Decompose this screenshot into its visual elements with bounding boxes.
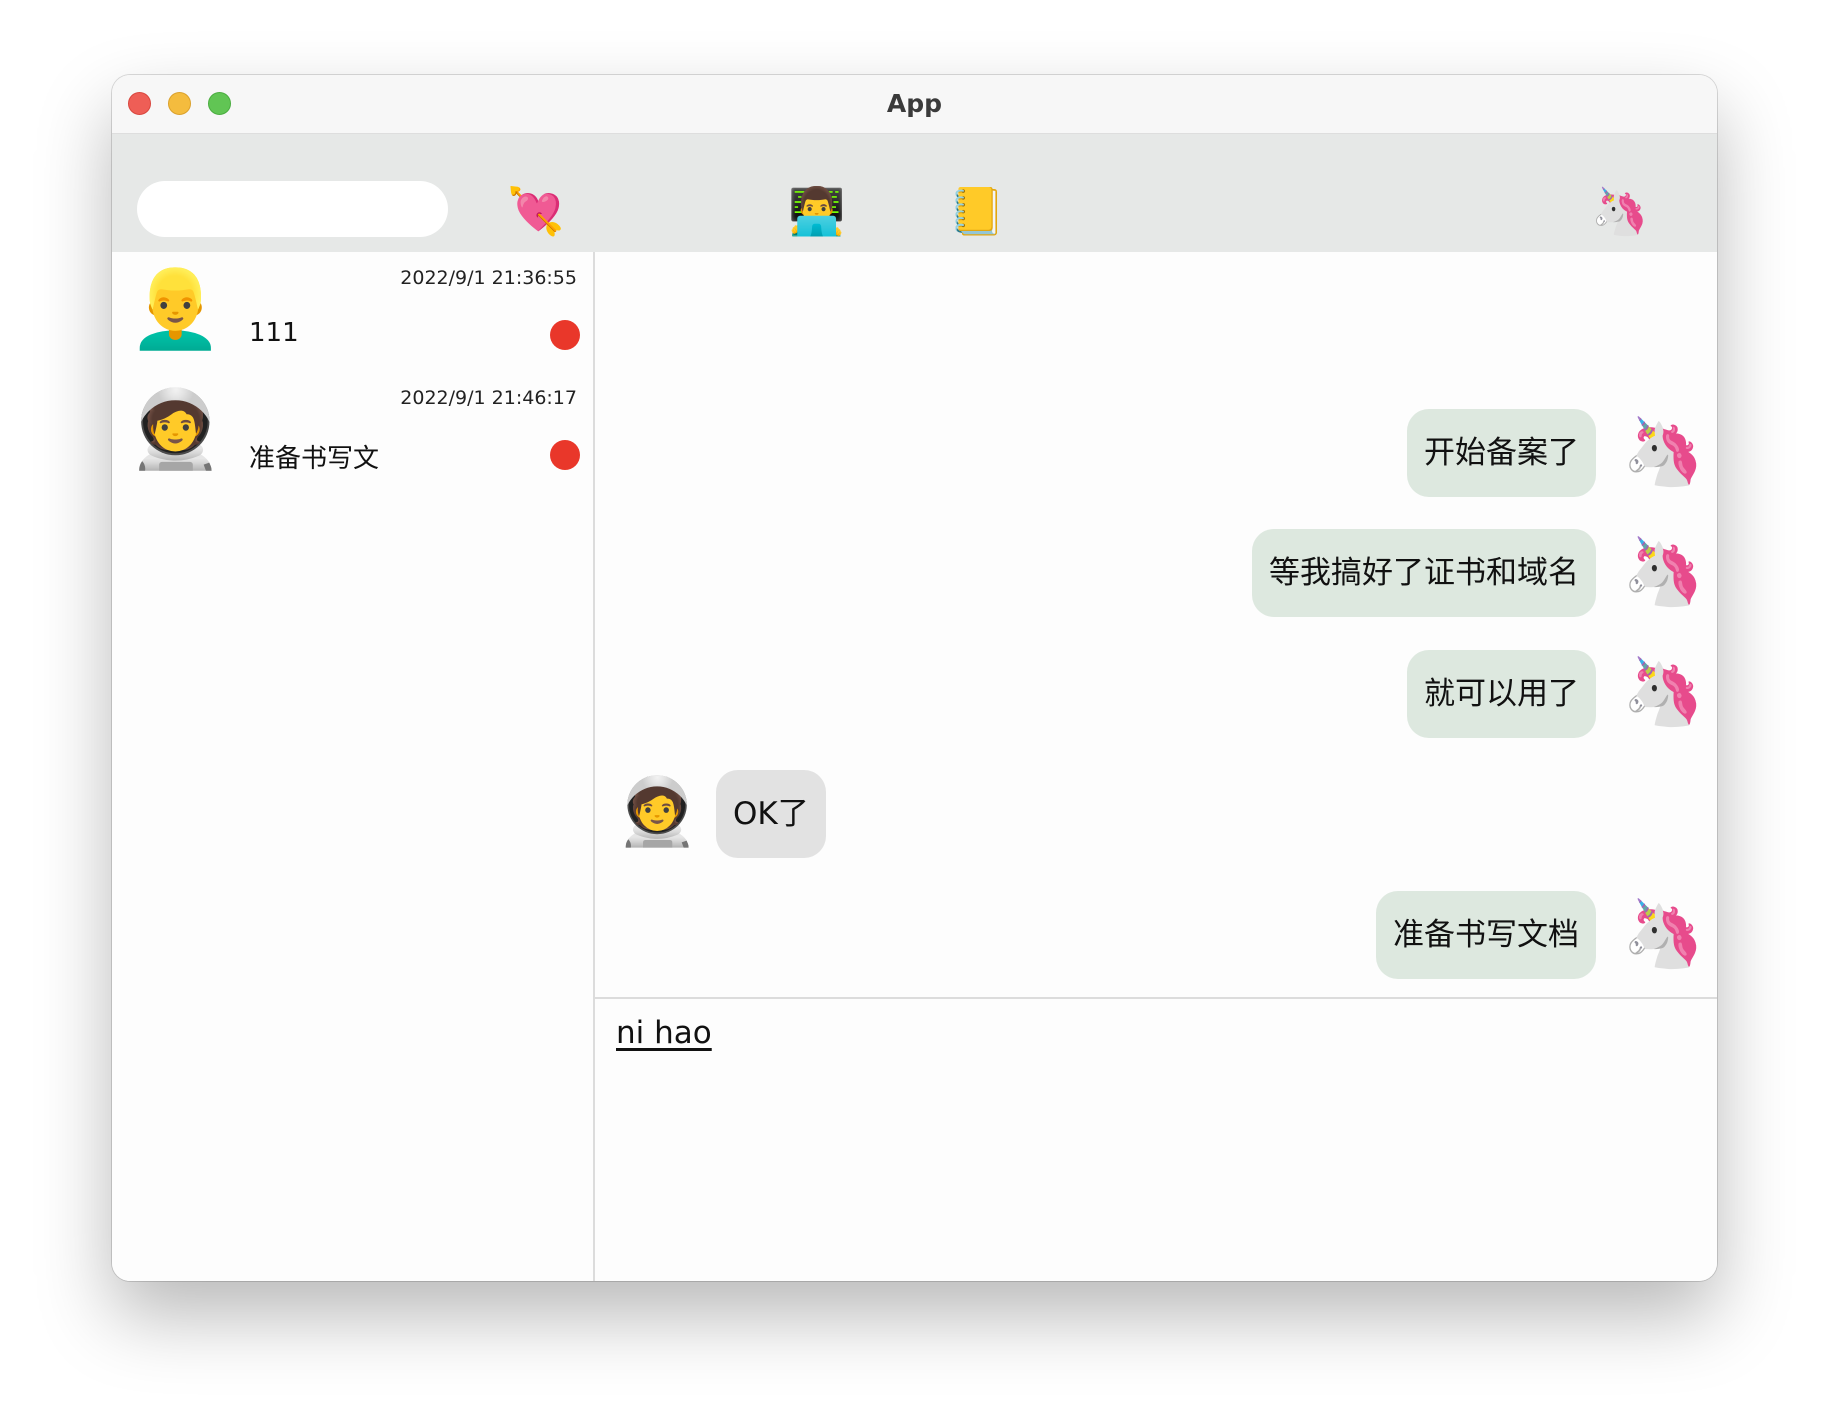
composer-divider (595, 997, 1717, 999)
unicorn-profile-icon[interactable]: 🦄 (1591, 183, 1648, 239)
conversation-item[interactable]: 👱‍♂️ 2022/9/1 21:36:55 111 (112, 252, 593, 372)
conversation-item[interactable]: 🧑‍🚀 2022/9/1 21:46:17 准备书写文 (112, 372, 593, 492)
conversation-list: 👱‍♂️ 2022/9/1 21:36:55 111 🧑‍🚀 2022/9/1 … (112, 252, 595, 1281)
notebook-icon[interactable]: 📒 (948, 183, 1005, 239)
sent-message-bubble: 等我搞好了证书和域名 (1252, 529, 1596, 617)
unread-badge (550, 320, 580, 350)
heart-icon[interactable]: 💘 (507, 183, 564, 239)
sent-message-bubble: 准备书写文档 (1376, 891, 1596, 979)
avatar: 🧑‍🚀 (128, 384, 223, 473)
avatar: 👱‍♂️ (128, 264, 223, 353)
unicorn-avatar: 🦄 (1622, 653, 1705, 730)
conversation-time: 2022/9/1 21:36:55 (400, 267, 577, 289)
window-title: App (886, 89, 943, 118)
unread-badge (550, 440, 580, 470)
unicorn-avatar: 🦄 (1622, 895, 1705, 972)
received-message-bubble: OK了 (716, 770, 826, 858)
unicorn-avatar: 🦄 (1622, 533, 1705, 610)
conversation-preview: 111 (249, 318, 299, 348)
title-bar[interactable]: App (112, 75, 1717, 134)
sent-message-bubble: 开始备案了 (1407, 409, 1596, 497)
conversation-time: 2022/9/1 21:46:17 (400, 387, 577, 409)
message-area: 开始备案了 🦄 等我搞好了证书和域名 🦄 就可以用了 🦄 🧑‍🚀 OK了 准备书… (595, 252, 1717, 1281)
search-input[interactable] (137, 181, 448, 237)
unicorn-avatar: 🦄 (1622, 413, 1705, 490)
sent-message-bubble: 就可以用了 (1407, 650, 1596, 738)
app-window: App 💘 👨‍💻 📒 🦄 👱‍♂️ 2022/9/1 21:36:55 111… (112, 75, 1717, 1281)
developer-icon[interactable]: 👨‍💻 (788, 183, 845, 239)
conversation-preview: 准备书写文 (249, 444, 380, 474)
message-input[interactable]: ni hao (616, 1015, 712, 1051)
astronaut-avatar: 🧑‍🚀 (616, 773, 699, 850)
desktop: App 💘 👨‍💻 📒 🦄 👱‍♂️ 2022/9/1 21:36:55 111… (0, 0, 1824, 1424)
